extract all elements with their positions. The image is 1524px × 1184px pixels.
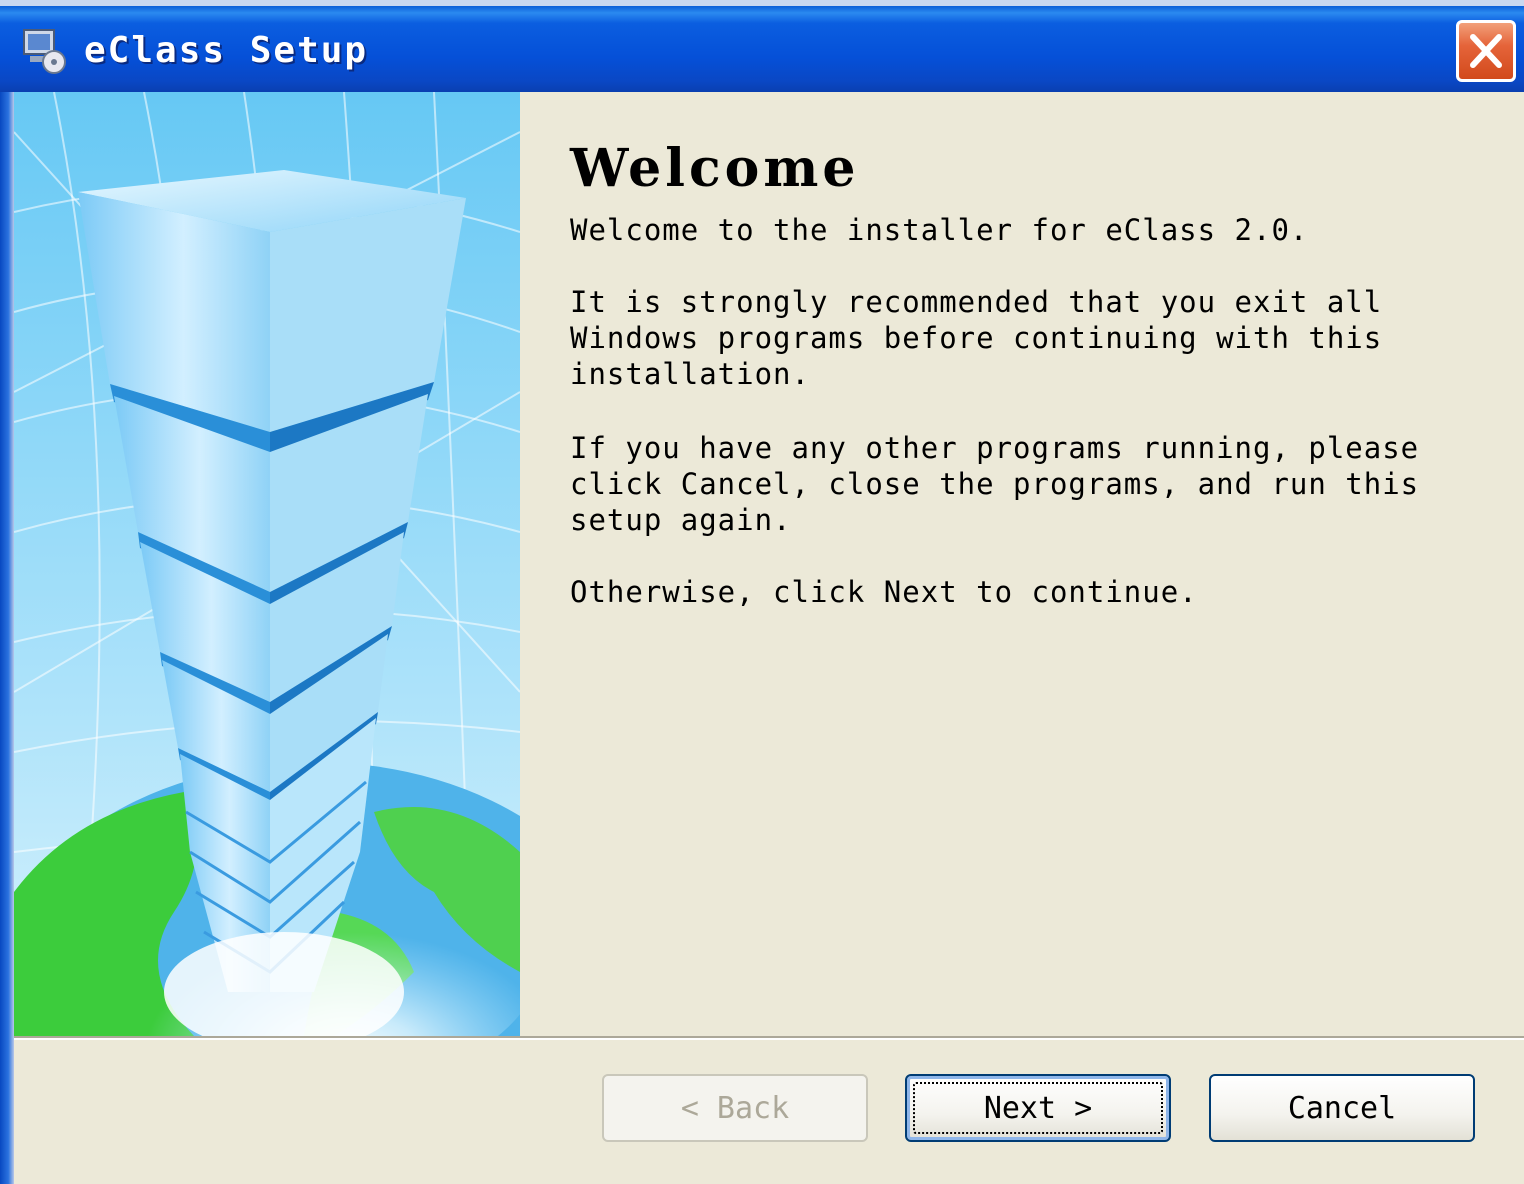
cancel-button[interactable]: Cancel bbox=[1209, 1074, 1475, 1142]
welcome-text: Welcome to the installer for eClass 2.0. bbox=[570, 213, 1309, 247]
footer-separator bbox=[14, 1036, 1524, 1040]
back-button-label: < Back bbox=[680, 1090, 790, 1126]
setup-window: eClass Setup Welcome Welcome to the inst… bbox=[0, 0, 1524, 1184]
window-title: eClass Setup bbox=[84, 30, 369, 71]
recommendation-text: It is strongly recommended that you exit… bbox=[570, 285, 1383, 391]
continue-instruction-text: Otherwise, click Next to continue. bbox=[570, 575, 1198, 609]
cancel-instruction-text: If you have any other programs running, … bbox=[570, 431, 1420, 537]
next-button-label: Next > bbox=[983, 1090, 1093, 1126]
welcome-content: Welcome Welcome to the installer for eCl… bbox=[570, 138, 1470, 610]
cancel-button-label: Cancel bbox=[1287, 1090, 1397, 1126]
next-button[interactable]: Next > bbox=[905, 1074, 1171, 1142]
page-title: Welcome bbox=[570, 138, 860, 199]
back-button[interactable]: < Back bbox=[602, 1074, 868, 1142]
title-bar[interactable]: eClass Setup bbox=[0, 0, 1524, 92]
close-button[interactable] bbox=[1456, 20, 1516, 82]
close-icon bbox=[1470, 34, 1502, 68]
setup-computer-icon bbox=[20, 26, 70, 76]
window-frame-left bbox=[0, 92, 14, 1184]
setup-banner-image bbox=[14, 92, 520, 1036]
